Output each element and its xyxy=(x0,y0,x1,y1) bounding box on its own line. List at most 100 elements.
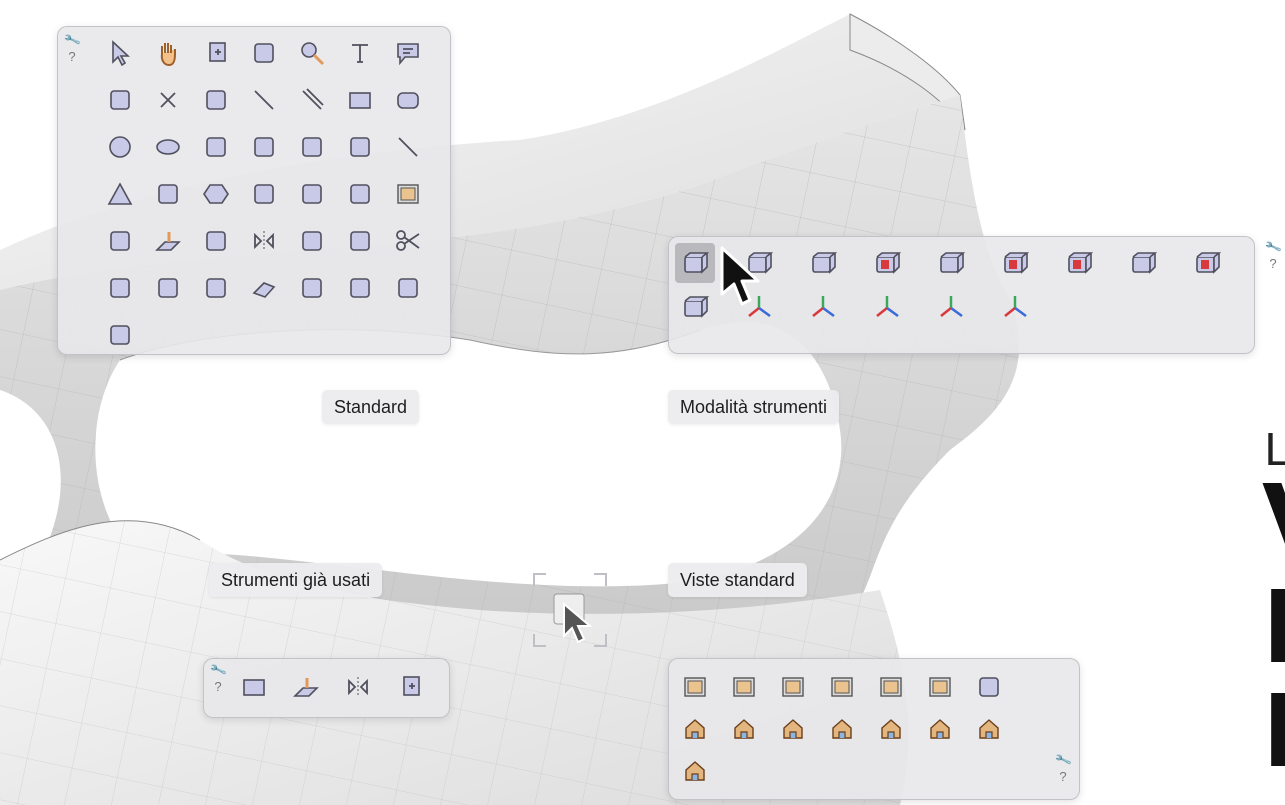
paint-fill-icon[interactable] xyxy=(244,174,284,214)
help-button[interactable]: ? xyxy=(214,679,221,694)
usati-tool-grid xyxy=(234,667,442,709)
rectangle-icon[interactable] xyxy=(340,80,380,120)
delete-x-icon[interactable] xyxy=(148,80,188,120)
house-7-icon[interactable] xyxy=(969,709,1009,749)
rectangle-icon[interactable] xyxy=(234,667,274,707)
arc-center-icon[interactable] xyxy=(244,127,284,167)
object-mode-icon[interactable] xyxy=(675,243,715,283)
fillet-icon[interactable] xyxy=(100,268,140,308)
mouse-cursor-icon xyxy=(720,246,760,306)
heading-line3: D xyxy=(1262,682,1285,782)
rotate-icon[interactable] xyxy=(196,221,236,261)
usati-toolbar: 🔧 ? xyxy=(203,658,450,718)
intersect-icon[interactable] xyxy=(340,221,380,261)
left-view-icon[interactable] xyxy=(822,667,862,707)
solid-mode-icon[interactable] xyxy=(931,243,971,283)
house-3-icon[interactable] xyxy=(773,709,813,749)
house-8-icon[interactable] xyxy=(675,751,715,791)
round-corner-icon[interactable] xyxy=(196,268,236,308)
gizmo-move-icon[interactable] xyxy=(803,287,843,327)
volume-mode-icon[interactable] xyxy=(1059,243,1099,283)
polygon-freeform-icon[interactable] xyxy=(148,174,188,214)
wrench-icon[interactable]: 🔧 xyxy=(209,661,228,679)
bottom-view-icon[interactable] xyxy=(920,667,960,707)
label-viste: Viste standard xyxy=(668,563,807,597)
standard-toolbar: 🔧 ? xyxy=(57,26,451,355)
zoom-icon[interactable] xyxy=(292,33,332,73)
front-view-icon[interactable] xyxy=(675,667,715,707)
back-view-icon[interactable] xyxy=(871,667,911,707)
house-2-icon[interactable] xyxy=(724,709,764,749)
surface-mode-icon[interactable] xyxy=(995,243,1035,283)
add-mode-icon[interactable] xyxy=(1123,243,1163,283)
eyedropper-icon[interactable] xyxy=(292,174,332,214)
push-pull-icon[interactable] xyxy=(148,221,188,261)
double-line-icon[interactable] xyxy=(292,80,332,120)
extrude-icon[interactable] xyxy=(196,80,236,120)
eraser-icon[interactable] xyxy=(244,268,284,308)
help-button[interactable]: ? xyxy=(1059,769,1066,784)
edge-mode-icon[interactable] xyxy=(803,243,843,283)
heading-line1: V xyxy=(1262,472,1285,572)
scale-icon[interactable] xyxy=(340,268,380,308)
gizmo-plane-icon[interactable] xyxy=(995,287,1035,327)
toolbar-corner: 🔧 ? xyxy=(61,31,83,64)
label-standard: Standard xyxy=(322,390,420,424)
label-usati: Strumenti già usati xyxy=(209,563,383,597)
offset-icon[interactable] xyxy=(100,221,140,261)
scissors-icon[interactable] xyxy=(388,221,428,261)
mirror-icon[interactable] xyxy=(338,667,378,707)
pan-hand-icon[interactable] xyxy=(148,33,188,73)
multi-mode-icon[interactable] xyxy=(675,287,715,327)
viste-toolbar: 🔧 ? xyxy=(668,658,1080,800)
orbit-icon[interactable] xyxy=(244,33,284,73)
drag-target-icon xyxy=(533,573,607,647)
subtract-mode-icon[interactable] xyxy=(1187,243,1227,283)
push-pull-icon[interactable] xyxy=(286,667,326,707)
chamfer-icon[interactable] xyxy=(148,268,188,308)
callout-icon[interactable] xyxy=(388,33,428,73)
magic-wand-icon[interactable] xyxy=(340,174,380,214)
face-mode-icon[interactable] xyxy=(867,243,907,283)
move-icon[interactable] xyxy=(292,268,332,308)
help-button[interactable]: ? xyxy=(1269,256,1276,271)
polyline-icon[interactable] xyxy=(388,127,428,167)
new-sheet-icon[interactable] xyxy=(196,33,236,73)
gizmo-select-icon[interactable] xyxy=(867,287,907,327)
heading-line2: D xyxy=(1262,578,1285,678)
standard-tool-grid xyxy=(100,33,436,362)
arc-icon[interactable] xyxy=(196,127,236,167)
wrench-icon[interactable]: 🔧 xyxy=(1054,751,1073,769)
line-icon[interactable] xyxy=(244,80,284,120)
point-icon[interactable] xyxy=(100,80,140,120)
dimension-icon[interactable] xyxy=(388,268,428,308)
help-button[interactable]: ? xyxy=(68,49,75,64)
wrench-icon[interactable]: 🔧 xyxy=(1264,238,1283,256)
circle-icon[interactable] xyxy=(100,127,140,167)
toolbar-corner-modalita: 🔧 ? xyxy=(1262,238,1284,271)
iso-front-icon[interactable] xyxy=(969,667,1009,707)
triangle-icon[interactable] xyxy=(100,174,140,214)
gizmo-frame-icon[interactable] xyxy=(931,287,971,327)
house-6-icon[interactable] xyxy=(920,709,960,749)
wrench-icon[interactable]: 🔧 xyxy=(63,31,82,49)
knife-icon[interactable] xyxy=(292,221,332,261)
view-eye-icon[interactable] xyxy=(388,174,428,214)
ellipse-icon[interactable] xyxy=(148,127,188,167)
label-modalita: Modalità strumenti xyxy=(668,390,840,424)
house-1-icon[interactable] xyxy=(675,709,715,749)
viste-tool-grid xyxy=(675,667,1018,793)
select-arrow-icon[interactable] xyxy=(100,33,140,73)
text-icon[interactable] xyxy=(340,33,380,73)
hexagon-icon[interactable] xyxy=(196,174,236,214)
new-sheet-icon[interactable] xyxy=(390,667,430,707)
link-icon[interactable] xyxy=(100,315,140,355)
mirror-icon[interactable] xyxy=(244,221,284,261)
house-4-icon[interactable] xyxy=(822,709,862,749)
spiral-curve-icon[interactable] xyxy=(292,127,332,167)
right-view-icon[interactable] xyxy=(773,667,813,707)
top-view-icon[interactable] xyxy=(724,667,764,707)
rounded-rectangle-icon[interactable] xyxy=(388,80,428,120)
house-5-icon[interactable] xyxy=(871,709,911,749)
freeform-icon[interactable] xyxy=(340,127,380,167)
